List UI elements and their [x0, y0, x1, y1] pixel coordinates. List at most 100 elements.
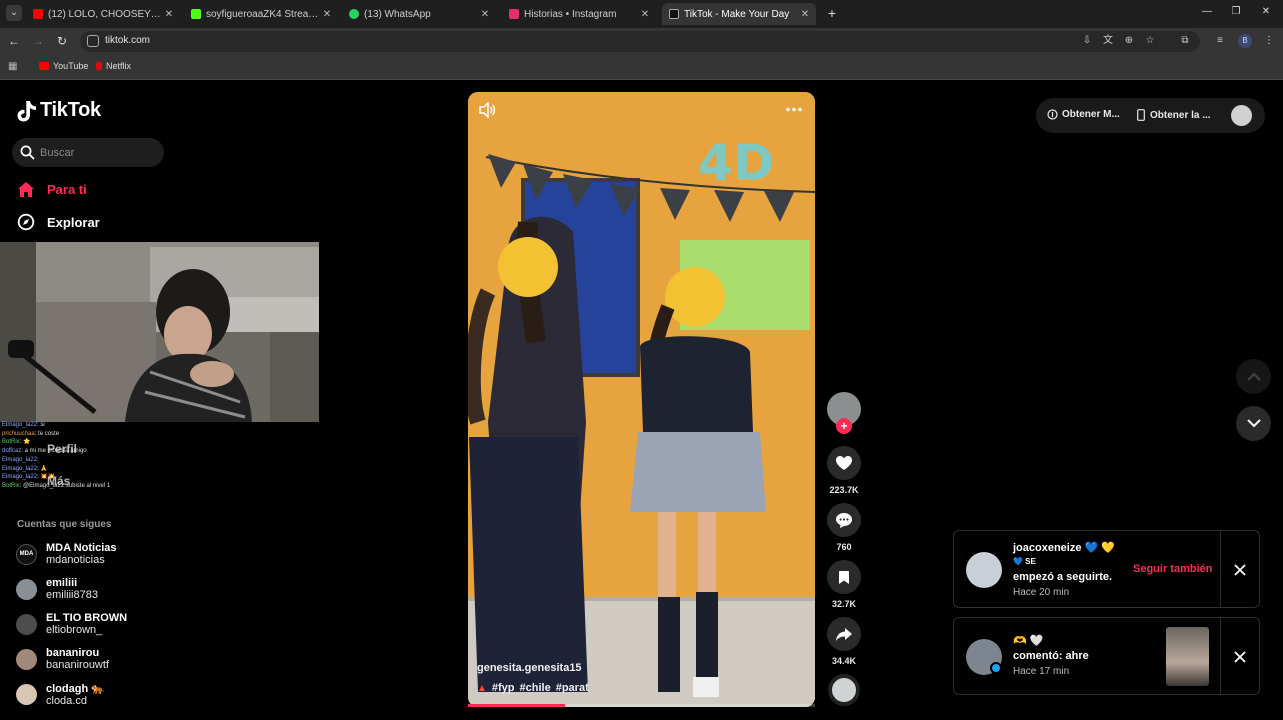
like-circle	[827, 446, 861, 480]
save-button[interactable]: 32.7K	[826, 560, 862, 609]
translate-icon[interactable]: 文	[1101, 34, 1115, 48]
tab-youtube[interactable]: (12) LOLO, CHOOSEY - QUÉ PU ✕	[26, 3, 180, 25]
browser-toolbar: ← → ↻ tiktok.com ⇩ 文 ⊕ ☆ ⧉ ≡ B ⋮	[0, 28, 1283, 55]
address-bar[interactable]: tiktok.com	[80, 31, 1200, 52]
following-account[interactable]: emiliii emiliii8783	[16, 577, 98, 601]
like-button[interactable]: 223.7K	[826, 446, 862, 495]
comment-circle	[827, 503, 861, 537]
tab-kick-stream[interactable]: soyfigueroaaZK4 Stream - Wate ✕	[184, 3, 338, 25]
chat-line: prichuuchaa: te coste	[2, 430, 60, 437]
hashtag[interactable]: #chile	[520, 682, 551, 694]
extensions-icon[interactable]: ⧉	[1178, 34, 1192, 48]
get-app-button[interactable]: Obtener la ...	[1137, 109, 1211, 121]
avatar	[16, 578, 37, 600]
bookmark-youtube[interactable]: YouTube	[39, 61, 88, 71]
install-app-icon[interactable]: ⇩	[1080, 34, 1094, 48]
account-name: emiliii	[46, 577, 78, 589]
close-window-icon[interactable]: ✕	[1259, 6, 1273, 17]
video-progress-bar[interactable]	[468, 704, 815, 707]
forward-icon[interactable]: →	[30, 33, 46, 49]
following-account[interactable]: clodagh 🐅 cloda.cd	[16, 682, 105, 707]
previous-video-button[interactable]	[1236, 359, 1271, 394]
account-username: eltiobrown_	[46, 624, 103, 636]
verified-badge-icon	[990, 662, 1002, 674]
video-player[interactable]: 4D	[468, 92, 815, 707]
button-label: Obtener M...	[1062, 109, 1120, 120]
search-icon	[20, 145, 35, 160]
profile-avatar[interactable]: B	[1238, 34, 1252, 48]
zoom-icon[interactable]: ⊕	[1122, 34, 1136, 48]
search-box[interactable]	[12, 138, 164, 167]
avatar	[16, 613, 37, 635]
minimize-icon[interactable]: —	[1200, 6, 1214, 17]
follow-back-button[interactable]: Seguir también	[1133, 563, 1212, 575]
more-options-icon[interactable]	[786, 107, 802, 112]
follow-plus-icon[interactable]: +	[836, 418, 852, 434]
music-disc-icon	[828, 674, 860, 706]
account-name: bananirou	[46, 647, 100, 659]
close-icon[interactable]	[1230, 560, 1250, 580]
tab-whatsapp[interactable]: (13) WhatsApp ✕	[342, 3, 496, 25]
nav-more[interactable]: Más	[47, 474, 70, 488]
get-coins-button[interactable]: Obtener M...	[1047, 109, 1120, 120]
nav-profile[interactable]: Perfil	[47, 442, 77, 456]
tab-instagram[interactable]: Historias • Instagram ✕	[502, 3, 656, 25]
tiktok-note-icon	[17, 100, 36, 121]
chat-user: BotRix	[2, 482, 20, 489]
back-icon[interactable]: ←	[6, 33, 22, 49]
comment-button[interactable]: 760	[826, 503, 862, 552]
chat-user: prichuuchaa	[2, 430, 35, 437]
chevron-down-icon	[1246, 419, 1261, 428]
user-avatar[interactable]	[1231, 105, 1252, 126]
new-tab-button[interactable]: +	[824, 5, 840, 21]
reload-icon[interactable]: ↻	[54, 33, 70, 49]
notification-text: empezó a seguirte.	[1013, 571, 1113, 583]
tab-search-button[interactable]: ⌄	[6, 5, 22, 21]
video-frame-image: 4D	[468, 92, 815, 707]
heart-icon	[836, 456, 852, 470]
close-tab-icon[interactable]: ✕	[798, 9, 812, 20]
music-disc[interactable]	[826, 674, 862, 706]
instagram-icon	[509, 9, 519, 19]
search-input[interactable]	[40, 144, 150, 161]
home-icon	[18, 182, 34, 197]
comment-notification[interactable]: 🫶 🤍 comentó: ahre Hace 17 min	[953, 617, 1260, 695]
comment-video-thumbnail[interactable]	[1166, 627, 1209, 686]
close-icon[interactable]	[1230, 647, 1250, 667]
video-author[interactable]: genesita.genesita15	[477, 662, 589, 674]
bookmark-label: YouTube	[53, 61, 89, 71]
video-caption: genesita.genesita15 ▲ #fyp #chile #parat	[477, 662, 589, 694]
avatar	[16, 684, 37, 705]
creator-avatar[interactable]: +	[826, 392, 862, 434]
chat-message: 🙏	[40, 465, 48, 472]
bookmark-star-icon[interactable]: ☆	[1143, 34, 1157, 48]
nav-explore[interactable]: Explorar	[17, 213, 100, 231]
share-button[interactable]: 34.4K	[826, 617, 862, 666]
hashtag[interactable]: #parat	[556, 682, 589, 694]
apps-grid-icon[interactable]: ▦	[8, 61, 19, 72]
hashtag[interactable]: #fyp	[492, 682, 515, 694]
close-tab-icon[interactable]: ✕	[320, 9, 334, 20]
like-count: 223.7K	[829, 485, 859, 495]
tab-tiktok[interactable]: TikTok - Make Your Day ✕	[662, 3, 816, 25]
follow-notification[interactable]: joacoxeneize 💙 💛 💙 SE empezó a seguirte.…	[953, 530, 1260, 608]
chat-message: te coste	[38, 430, 60, 437]
following-account[interactable]: MDA MDA Noticias mdanoticias	[16, 542, 117, 566]
logo-text: TikTok	[40, 99, 101, 121]
bookmark-netflix[interactable]: Netflix	[96, 61, 131, 71]
tiktok-logo[interactable]: TikTok	[17, 99, 101, 122]
close-tab-icon[interactable]: ✕	[638, 9, 652, 20]
browser-menu-icon[interactable]: ⋮	[1262, 34, 1276, 48]
close-tab-icon[interactable]: ✕	[478, 9, 492, 20]
webcam-feed-image	[0, 242, 319, 422]
following-account[interactable]: EL TIO BROWN eltiobrown_	[16, 612, 127, 636]
site-info-icon[interactable]	[87, 35, 99, 47]
next-video-button[interactable]	[1236, 406, 1271, 441]
reading-list-icon[interactable]: ≡	[1213, 34, 1227, 48]
maximize-icon[interactable]: ❐	[1229, 6, 1243, 17]
following-account[interactable]: bananirou bananirouwtf	[16, 647, 109, 671]
volume-icon[interactable]	[478, 102, 496, 118]
nav-for-you[interactable]: Para ti	[17, 181, 87, 198]
close-tab-icon[interactable]: ✕	[162, 9, 176, 20]
bookmark-icon	[839, 570, 849, 584]
